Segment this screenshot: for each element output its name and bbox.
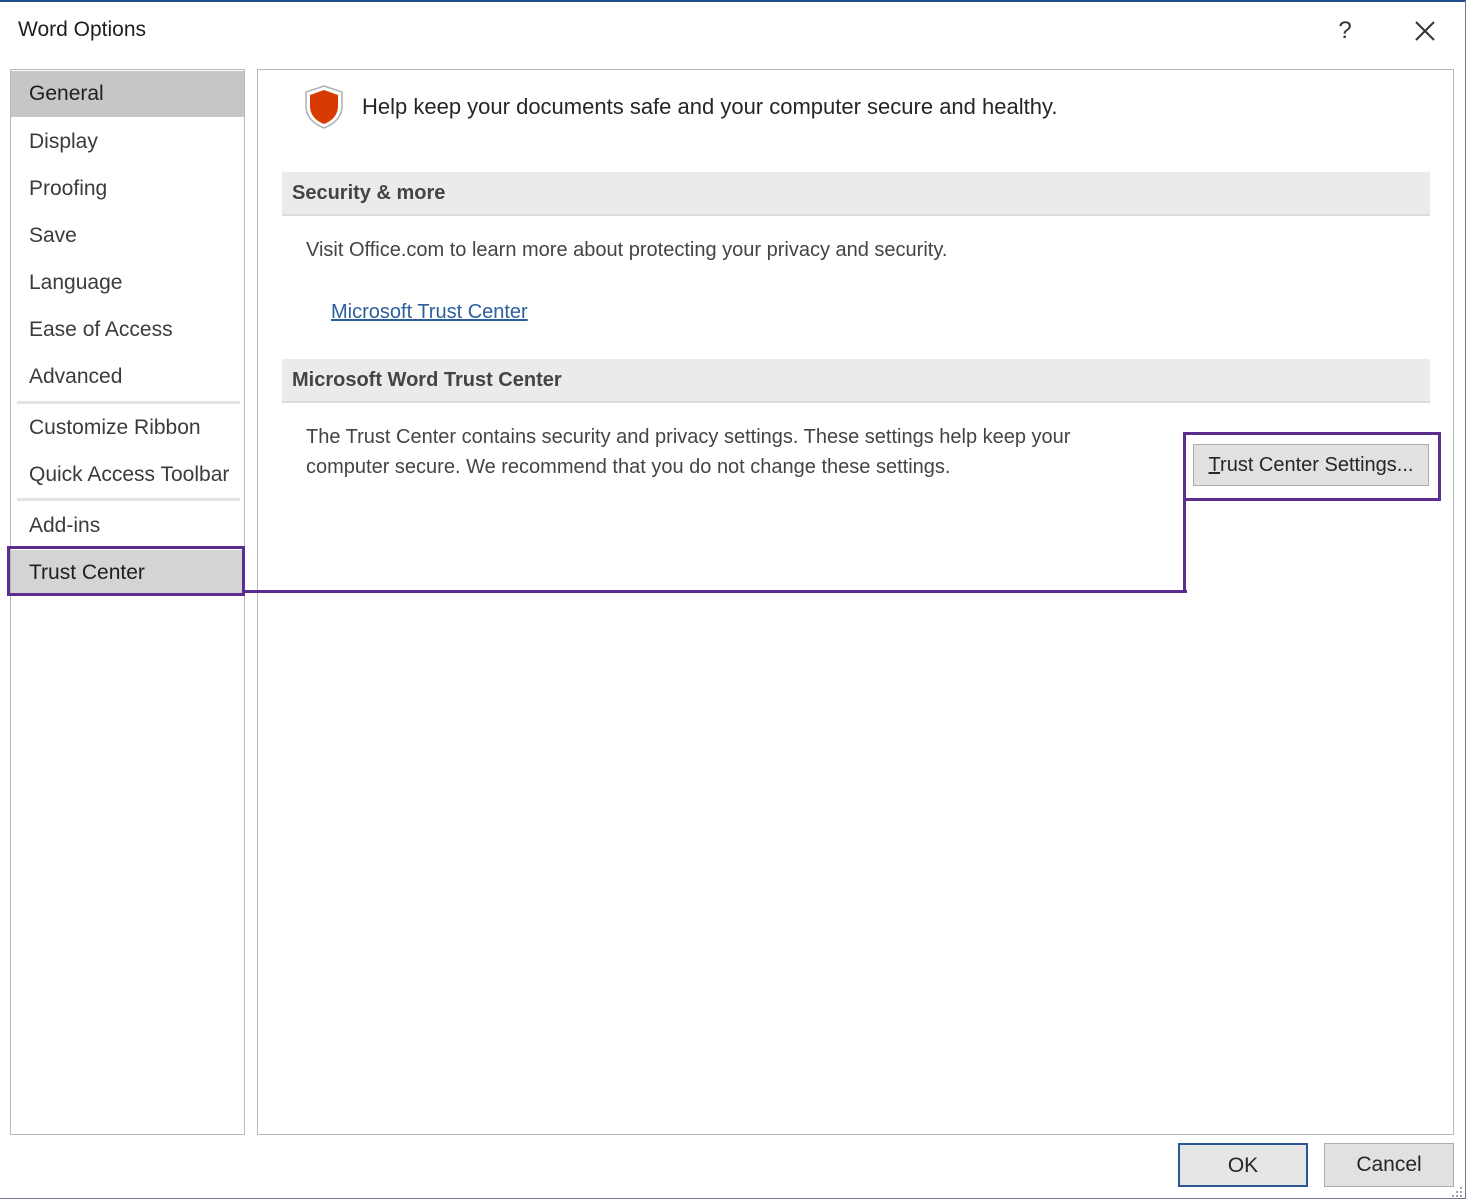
sidebar-item-customize-ribbon[interactable]: Customize Ribbon bbox=[11, 405, 244, 451]
sidebar-item-general[interactable]: General bbox=[11, 71, 244, 117]
sidebar-item-label: General bbox=[29, 82, 104, 105]
sidebar-item-label: Language bbox=[29, 271, 123, 294]
trust-center-settings-button[interactable]: Trust Center Settings... bbox=[1193, 444, 1429, 486]
ok-button[interactable]: OK bbox=[1178, 1143, 1308, 1187]
highlight-connector-vertical bbox=[1183, 499, 1186, 593]
sidebar-item-save[interactable]: Save bbox=[11, 213, 244, 259]
sidebar-item-add-ins[interactable]: Add-ins bbox=[11, 503, 244, 549]
sidebar-item-label: Proofing bbox=[29, 177, 108, 200]
sidebar-item-trust-center[interactable]: Trust Center bbox=[11, 550, 244, 596]
sidebar-item-display[interactable]: Display bbox=[11, 119, 244, 165]
sidebar-item-label: Save bbox=[29, 224, 77, 247]
sidebar-item-label: Add-ins bbox=[29, 514, 101, 537]
cancel-button[interactable]: Cancel bbox=[1324, 1143, 1454, 1187]
trust-center-description-line: computer secure. We recommend that you d… bbox=[306, 456, 951, 478]
word-options-dialog: Word Options ? General Display Proofing … bbox=[0, 0, 1466, 1199]
help-button[interactable]: ? bbox=[1330, 14, 1360, 48]
help-icon: ? bbox=[1338, 17, 1352, 44]
sidebar-item-label: Display bbox=[29, 130, 98, 153]
shield-icon bbox=[305, 85, 343, 129]
accelerator-key: T bbox=[1208, 454, 1221, 476]
close-icon bbox=[1415, 21, 1435, 41]
sidebar-item-language[interactable]: Language bbox=[11, 260, 244, 306]
sidebar-item-label: Trust Center bbox=[29, 561, 145, 584]
sidebar-item-label: Customize Ribbon bbox=[29, 416, 201, 439]
trust-center-description: The Trust Center contains security and p… bbox=[306, 422, 1070, 482]
button-label: rust Center Settings... bbox=[1220, 454, 1414, 476]
section-header-trust-center: Microsoft Word Trust Center bbox=[282, 359, 1430, 403]
options-sidebar: General Display Proofing Save Language E… bbox=[10, 69, 245, 1135]
sidebar-item-label: Advanced bbox=[29, 365, 123, 388]
sidebar-item-advanced[interactable]: Advanced bbox=[11, 354, 244, 400]
trust-center-description-line: The Trust Center contains security and p… bbox=[306, 426, 1071, 448]
sidebar-divider bbox=[17, 401, 240, 404]
security-description: Visit Office.com to learn more about pro… bbox=[306, 239, 948, 261]
intro-text: Help keep your documents safe and your c… bbox=[362, 94, 1058, 119]
close-button[interactable] bbox=[1408, 14, 1442, 48]
sidebar-divider bbox=[17, 498, 240, 501]
sidebar-item-label: Ease of Access bbox=[29, 318, 173, 341]
resize-grip-icon[interactable] bbox=[1451, 1186, 1463, 1198]
section-header-security: Security & more bbox=[282, 172, 1430, 216]
sidebar-item-label: Quick Access Toolbar bbox=[29, 463, 230, 486]
highlight-connector-horizontal bbox=[245, 590, 1187, 593]
sidebar-item-ease-of-access[interactable]: Ease of Access bbox=[11, 307, 244, 353]
options-content-panel bbox=[257, 69, 1454, 1135]
dialog-title: Word Options bbox=[18, 18, 146, 41]
microsoft-trust-center-link[interactable]: Microsoft Trust Center bbox=[331, 301, 528, 324]
sidebar-item-quick-access-toolbar[interactable]: Quick Access Toolbar bbox=[11, 452, 244, 498]
sidebar-item-proofing[interactable]: Proofing bbox=[11, 166, 244, 212]
